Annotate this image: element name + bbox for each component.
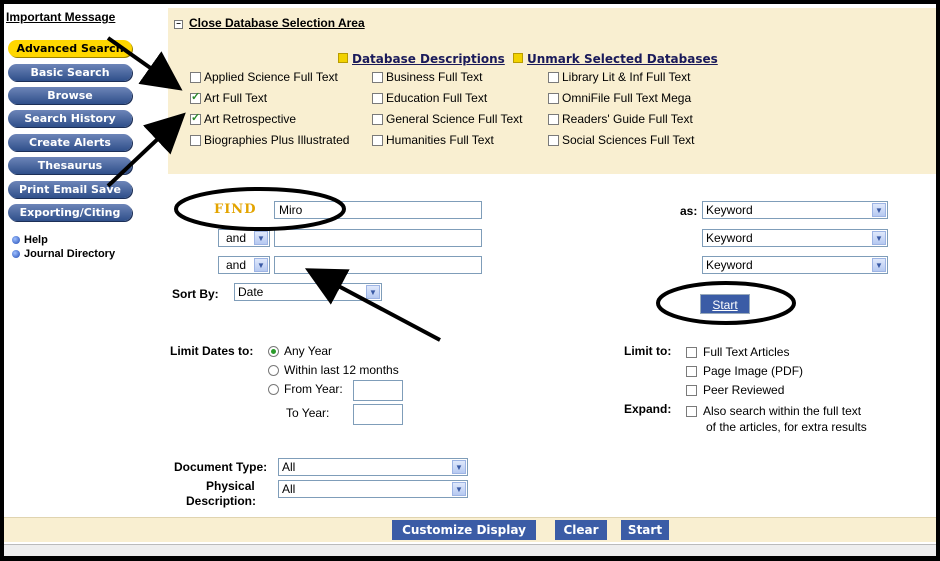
description-label: Description:: [186, 494, 257, 508]
nav-search-history-button[interactable]: Search History: [8, 110, 132, 127]
clear-button[interactable]: Clear: [555, 520, 607, 540]
document-type-select[interactable]: All ▼: [278, 458, 468, 476]
db-checkbox-readers-guide[interactable]: Readers' Guide Full Text: [548, 112, 693, 126]
checkbox-checked-icon[interactable]: [190, 111, 201, 125]
sort-by-label: Sort By:: [172, 287, 219, 301]
checkbox-icon[interactable]: [686, 366, 697, 377]
unmark-databases-link[interactable]: Unmark Selected Databases: [513, 52, 718, 66]
chevron-down-icon[interactable]: ▼: [366, 285, 380, 299]
limit-to-label: Limit to:: [624, 344, 672, 358]
db-checkbox-humanities[interactable]: Humanities Full Text: [372, 133, 494, 147]
chevron-down-icon[interactable]: ▼: [872, 258, 886, 272]
field-type-select-3[interactable]: Keyword ▼: [702, 256, 888, 274]
help-link[interactable]: Journal DirectoryHelp: [12, 234, 48, 246]
checkbox-icon[interactable]: [372, 114, 383, 125]
bottom-start-button[interactable]: Start: [621, 520, 669, 540]
radio-icon[interactable]: [268, 384, 279, 395]
operator-select-1[interactable]: and ▼: [218, 229, 270, 247]
checkbox-checked-icon[interactable]: [190, 90, 201, 104]
nav-thesaurus-button[interactable]: Thesaurus: [8, 157, 132, 174]
to-year-label: To Year:: [286, 406, 330, 420]
chevron-down-icon[interactable]: ▼: [872, 231, 886, 245]
checkbox-icon[interactable]: [548, 135, 559, 146]
checkbox-icon[interactable]: [372, 93, 383, 104]
physical-label: Physical: [206, 479, 255, 493]
find-label: FIND: [214, 202, 257, 217]
to-year-input[interactable]: [353, 404, 403, 425]
db-checkbox-art-full-text[interactable]: Art Full Text: [190, 90, 267, 105]
checkbox-icon[interactable]: [548, 114, 559, 125]
radio-from-year[interactable]: From Year:: [268, 382, 343, 396]
limit-full-text-checkbox[interactable]: Full Text Articles: [686, 345, 789, 359]
database-descriptions-link[interactable]: Database Descriptions: [338, 52, 505, 66]
from-year-input[interactable]: [353, 380, 403, 401]
checkbox-icon[interactable]: [686, 347, 697, 358]
chevron-down-icon[interactable]: ▼: [452, 482, 466, 496]
expand-text-line-2: of the articles, for extra results: [706, 420, 867, 434]
operator-select-2[interactable]: and ▼: [218, 256, 270, 274]
checkbox-icon[interactable]: [372, 72, 383, 83]
field-type-select-2[interactable]: Keyword ▼: [702, 229, 888, 247]
customize-display-button[interactable]: Customize Display: [392, 520, 536, 540]
limit-page-image-checkbox[interactable]: Page Image (PDF): [686, 364, 803, 378]
db-checkbox-business[interactable]: Business Full Text: [372, 70, 483, 84]
nav-exporting-citing-button[interactable]: Exporting/Citing: [8, 204, 132, 221]
nav-create-alerts-button[interactable]: Create Alerts: [8, 134, 132, 151]
chevron-down-icon[interactable]: ▼: [254, 258, 268, 272]
journal-directory-link[interactable]: Journal Directory: [12, 248, 134, 260]
radio-any-year[interactable]: Any Year: [268, 344, 332, 358]
checkbox-icon[interactable]: [686, 385, 697, 396]
minus-icon: −: [174, 20, 183, 29]
db-checkbox-social-sciences[interactable]: Social Sciences Full Text: [548, 133, 695, 147]
nav-advanced-search-button[interactable]: Advanced Search: [8, 40, 132, 57]
db-checkbox-applied-science[interactable]: Applied Science Full Text: [190, 70, 338, 84]
db-checkbox-education[interactable]: Education Full Text: [372, 91, 487, 105]
bullet-icon: [12, 250, 20, 258]
checkbox-icon[interactable]: [372, 135, 383, 146]
status-bar: [4, 544, 936, 556]
db-checkbox-library-lit[interactable]: Library Lit & Inf Full Text: [548, 70, 691, 84]
field-type-select-1[interactable]: Keyword ▼: [702, 201, 888, 219]
sort-by-select[interactable]: Date ▼: [234, 283, 382, 301]
bullet-icon: [12, 236, 20, 244]
search-term-input-3[interactable]: [274, 256, 482, 274]
close-database-area-link[interactable]: − Close Database Selection Area: [174, 16, 365, 30]
radio-within-12-months[interactable]: Within last 12 months: [268, 363, 399, 377]
limit-dates-label: Limit Dates to:: [170, 344, 254, 358]
start-button[interactable]: Start: [700, 294, 750, 314]
expand-full-text-checkbox[interactable]: Also search within the full text: [686, 404, 861, 418]
radio-selected-icon[interactable]: [268, 346, 279, 357]
db-checkbox-art-retrospective[interactable]: Art Retrospective: [190, 111, 296, 126]
db-checkbox-general-science[interactable]: General Science Full Text: [372, 112, 523, 126]
search-term-input-2[interactable]: [274, 229, 482, 247]
expand-label: Expand:: [624, 402, 672, 416]
chevron-down-icon[interactable]: ▼: [872, 203, 886, 217]
physical-description-select[interactable]: All ▼: [278, 480, 468, 498]
checkbox-icon[interactable]: [190, 135, 201, 146]
nav-print-email-save-button[interactable]: Print Email Save: [8, 181, 132, 198]
checkbox-icon[interactable]: [548, 72, 559, 83]
chevron-down-icon[interactable]: ▼: [254, 231, 268, 245]
document-type-label: Document Type:: [174, 460, 268, 474]
checkbox-icon[interactable]: [686, 406, 697, 417]
limit-peer-reviewed-checkbox[interactable]: Peer Reviewed: [686, 383, 784, 397]
db-checkbox-biographies[interactable]: Biographies Plus Illustrated: [190, 133, 349, 147]
important-message-link[interactable]: Important Message: [6, 10, 115, 24]
radio-icon[interactable]: [268, 365, 279, 376]
as-label: as:: [680, 204, 698, 218]
db-checkbox-omnifile[interactable]: OmniFile Full Text Mega: [548, 91, 691, 105]
yellow-square-icon: [338, 53, 348, 63]
nav-browse-button[interactable]: Browse: [8, 87, 132, 104]
yellow-square-icon: [513, 53, 523, 63]
checkbox-icon[interactable]: [190, 72, 201, 83]
chevron-down-icon[interactable]: ▼: [452, 460, 466, 474]
checkbox-icon[interactable]: [548, 93, 559, 104]
nav-basic-search-button[interactable]: Basic Search: [8, 64, 132, 81]
search-term-input-1[interactable]: Miro: [274, 201, 482, 219]
